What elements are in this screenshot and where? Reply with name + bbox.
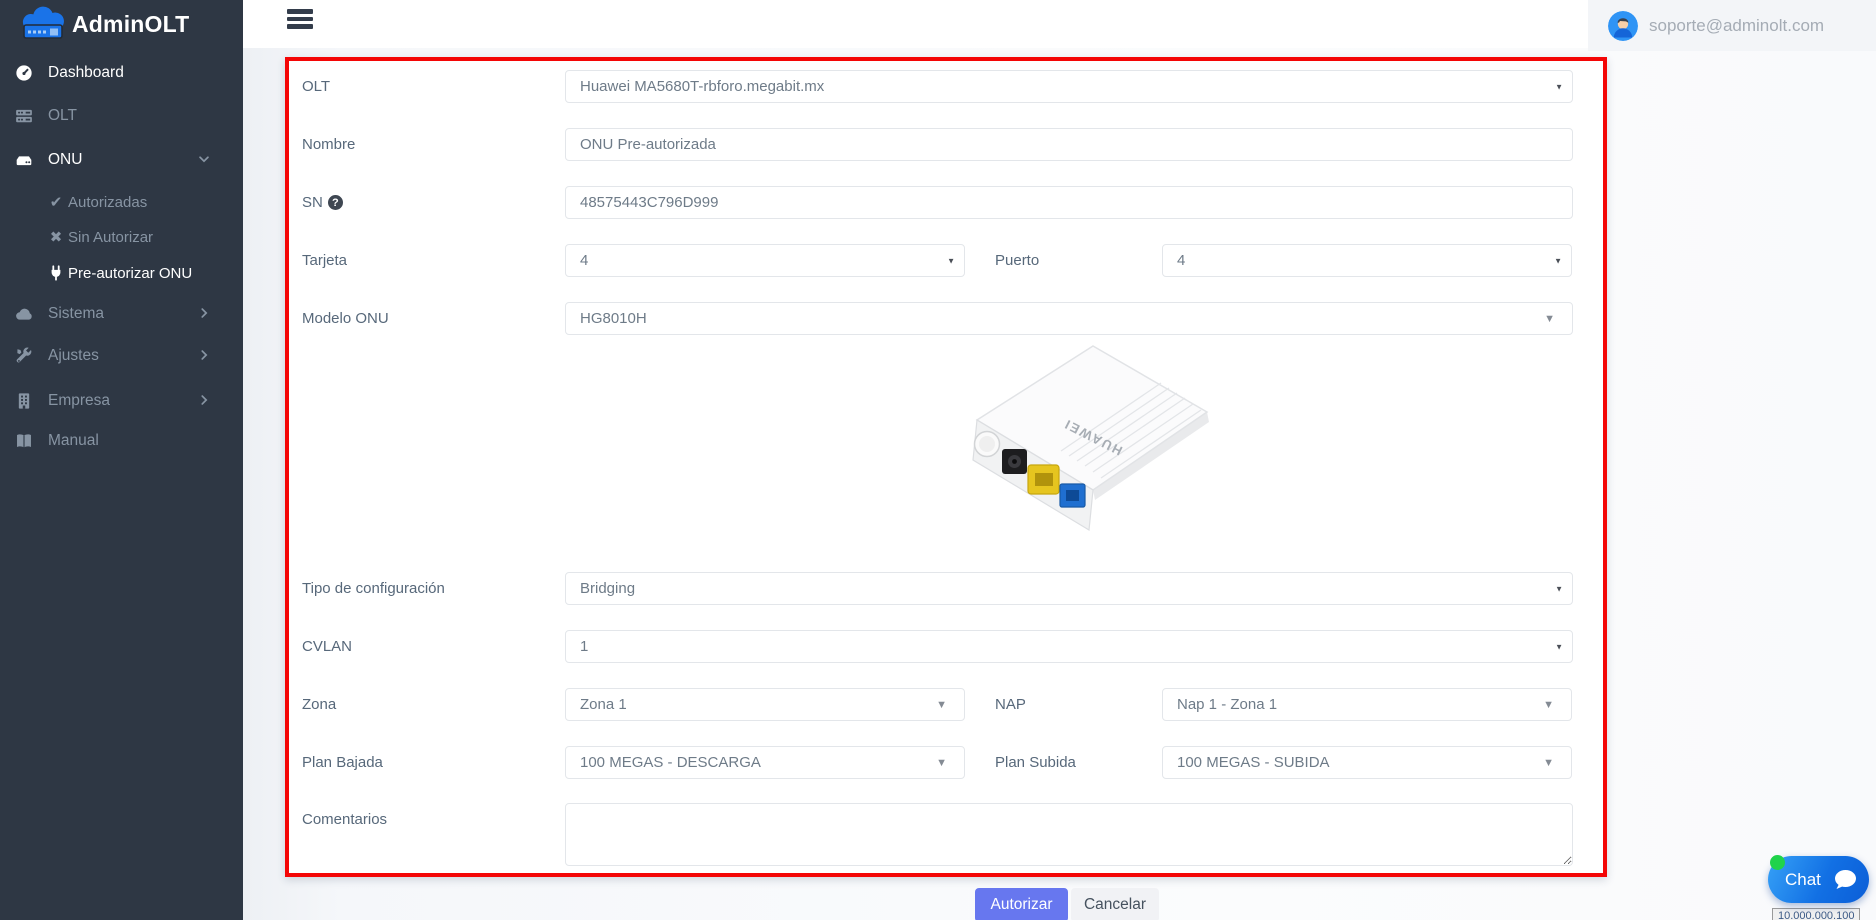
server-icon [15,107,33,125]
cvlan-label: CVLAN [302,638,352,655]
gauge-icon [15,64,33,82]
status-tooltip: 10.000.000.100 [1772,908,1860,920]
hamburger-menu-icon[interactable] [287,9,313,29]
sn-label: SN ? [302,194,343,211]
question-circle-icon[interactable]: ? [328,195,343,210]
autorizar-button[interactable]: Autorizar [975,888,1068,920]
sidebar: AdminOLT Dashboard OLT ONU ✔ Autor [0,0,243,920]
sidebar-item-manual[interactable]: Manual [0,425,243,457]
dropdown-arrow-icon: ▼ [1544,313,1555,325]
chevron-right-icon [197,393,211,407]
dropdown-arrow-icon: ▼ [947,256,955,265]
tools-icon [15,347,33,365]
sidebar-item-pre-autorizar-onu[interactable]: Pre-autorizar ONU [0,257,243,289]
puerto-select[interactable]: 4 ▼ [1162,244,1572,277]
topbar: soporte@adminolt.com [243,0,1876,48]
tarjeta-select[interactable]: 4 ▼ [565,244,965,277]
tipo-configuracion-select[interactable]: Bridging ▼ [565,572,1573,605]
plan-bajada-select[interactable]: 100 MEGAS - DESCARGA ▼ [565,746,965,779]
dropdown-arrow-icon: ▼ [1543,699,1554,711]
cloud-router-logo-icon [20,6,66,42]
plug-icon [48,265,64,281]
chevron-down-icon [197,152,211,166]
olt-label: OLT [302,78,330,95]
sidebar-item-ajustes[interactable]: Ajustes [0,340,243,372]
sidebar-item-label: Empresa [48,392,110,410]
dropdown-arrow-icon: ▼ [1543,757,1554,769]
sidebar-item-sin-autorizar[interactable]: ✖ Sin Autorizar [0,221,243,253]
dropdown-arrow-icon: ▼ [1555,642,1563,651]
sidebar-item-label: Manual [48,432,99,450]
sidebar-item-label: Autorizadas [68,194,147,211]
puerto-label: Puerto [995,252,1039,269]
chat-bubble-icon [1830,865,1860,895]
sidebar-item-label: Sistema [48,305,104,323]
plan-subida-select[interactable]: 100 MEGAS - SUBIDA ▼ [1162,746,1572,779]
sidebar-item-onu[interactable]: ONU [0,144,243,176]
modelo-onu-select[interactable]: HG8010H ▼ [565,302,1573,335]
online-status-dot [1770,855,1785,870]
sidebar-item-label: Dashboard [48,64,124,82]
onu-device-icon [15,151,33,169]
sidebar-item-label: ONU [48,151,82,169]
zona-select[interactable]: Zona 1 ▼ [565,688,965,721]
sidebar-item-empresa[interactable]: Empresa [0,385,243,417]
nap-label: NAP [995,696,1026,713]
dropdown-arrow-icon: ▼ [936,699,947,711]
sidebar-item-label: Ajustes [48,347,99,365]
nombre-label: Nombre [302,136,355,153]
zona-label: Zona [302,696,336,713]
sidebar-item-label: Sin Autorizar [68,229,153,246]
chevron-right-icon [197,348,211,362]
sidebar-item-label: Pre-autorizar ONU [68,265,192,282]
book-icon [15,432,33,450]
plan-subida-label: Plan Subida [995,754,1076,771]
adminolt-app: AdminOLT Dashboard OLT ONU ✔ Autor [0,0,1876,920]
check-icon: ✔ [48,194,64,210]
tipo-configuracion-label: Tipo de configuración [302,580,445,597]
cancelar-button[interactable]: Cancelar [1071,888,1159,920]
comentarios-textarea[interactable] [565,803,1573,866]
brand-logo[interactable]: AdminOLT [0,0,243,48]
avatar [1608,11,1638,41]
nombre-input[interactable]: ONU Pre-autorizada [565,128,1573,161]
sidebar-item-dashboard[interactable]: Dashboard [0,57,243,89]
user-email: soporte@adminolt.com [1649,16,1824,36]
dropdown-arrow-icon: ▼ [1554,256,1562,265]
sidebar-item-sistema[interactable]: Sistema [0,298,243,330]
comentarios-label: Comentarios [302,811,387,828]
x-icon: ✖ [48,229,64,245]
olt-select[interactable]: Huawei MA5680T-rbforo.megabit.mx ▼ [565,70,1573,103]
cvlan-select[interactable]: 1 ▼ [565,630,1573,663]
nap-select[interactable]: Nap 1 - Zona 1 ▼ [1162,688,1572,721]
sidebar-item-olt[interactable]: OLT [0,100,243,132]
dropdown-arrow-icon: ▼ [936,757,947,769]
sidebar-item-label: OLT [48,107,77,125]
plan-bajada-label: Plan Bajada [302,754,383,771]
cloud-icon [15,305,33,323]
dropdown-arrow-icon: ▼ [1555,584,1563,593]
building-icon [15,392,33,410]
tarjeta-label: Tarjeta [302,252,347,269]
modelo-onu-label: Modelo ONU [302,310,389,327]
sn-input[interactable]: 48575443C796D999 [565,186,1573,219]
user-menu[interactable]: soporte@adminolt.com [1588,0,1876,51]
brand-name: AdminOLT [72,11,189,38]
chat-label: Chat [1785,870,1821,890]
dropdown-arrow-icon: ▼ [1555,82,1563,91]
onu-device-image: HUAWEI [915,340,1215,580]
sidebar-item-autorizadas[interactable]: ✔ Autorizadas [0,186,243,218]
chevron-right-icon [197,306,211,320]
